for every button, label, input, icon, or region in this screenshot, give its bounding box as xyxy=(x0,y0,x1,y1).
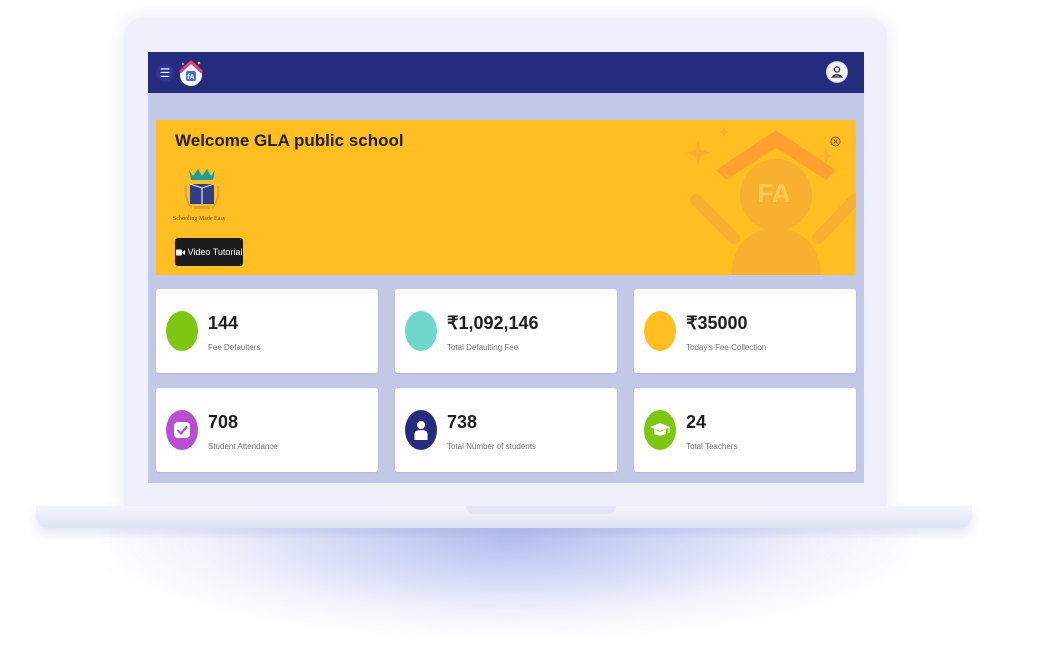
stat-card-student-attendance[interactable]: 708 Student Attendance xyxy=(156,388,378,472)
laptop-shadow xyxy=(110,515,910,635)
user-avatar-icon[interactable] xyxy=(827,62,847,82)
hamburger-icon[interactable]: ☰ xyxy=(156,64,174,82)
banner-illustration: FA xyxy=(685,126,856,275)
stat-card-todays-fee-collection[interactable]: ₹35000 Today's Fee Collection xyxy=(634,289,856,373)
stat-label: Fee Defaulters xyxy=(208,343,261,352)
check-icon xyxy=(166,410,198,450)
stat-value: ₹35000 xyxy=(686,313,748,333)
stat-card-total-defaulting-fee[interactable]: ₹1,092,146 Total Defaulting Fee xyxy=(395,289,617,373)
video-camera-icon xyxy=(175,249,185,255)
stat-value: 24 xyxy=(686,412,707,432)
app-screen: ☰ fA Welcome GLA public school Schooling… xyxy=(148,52,864,483)
stat-value: 708 xyxy=(208,412,239,432)
laptop-base xyxy=(36,506,972,528)
stat-value: ₹1,092,146 xyxy=(447,313,539,333)
stat-label: Total Number of students xyxy=(447,442,536,451)
stat-card-total-students[interactable]: 738 Total Number of students xyxy=(395,388,617,472)
stat-indicator xyxy=(405,311,437,351)
school-house-logo-icon[interactable]: fA xyxy=(176,58,206,88)
welcome-title: Welcome GLA public school xyxy=(175,131,404,150)
person-icon xyxy=(405,410,437,450)
welcome-banner: Welcome GLA public school Schooling Made… xyxy=(156,120,856,275)
close-icon[interactable] xyxy=(830,134,841,147)
svg-text:fA: fA xyxy=(187,74,194,81)
top-navbar: ☰ fA xyxy=(148,52,864,93)
laptop-base-notch xyxy=(466,506,616,514)
stat-card-total-teachers[interactable]: 24 Total Teachers xyxy=(634,388,856,472)
school-logo-caption: Schooling Made Easy xyxy=(173,216,226,222)
stat-label: Total Teachers xyxy=(686,442,738,451)
video-tutorial-button[interactable]: Video Tutorial xyxy=(175,238,243,266)
stat-indicator xyxy=(644,311,676,351)
stat-value: 144 xyxy=(208,313,239,333)
stat-label: Today's Fee Collection xyxy=(686,343,767,352)
stat-label: Student Attendance xyxy=(208,442,278,451)
stat-label: Total Defaulting Fee xyxy=(447,343,519,352)
video-tutorial-label: Video Tutorial xyxy=(187,247,243,257)
stat-card-fee-defaulters[interactable]: 144 Fee Defaulters xyxy=(156,289,378,373)
stat-value: 738 xyxy=(447,412,478,432)
stat-indicator xyxy=(166,311,198,351)
svg-text:FA: FA xyxy=(757,178,790,208)
graduation-cap-icon xyxy=(644,410,676,450)
